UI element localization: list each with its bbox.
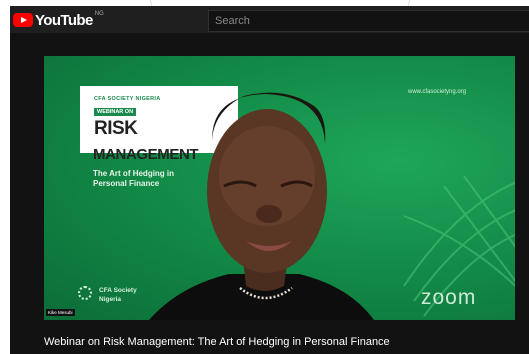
zoom-logo: zoom: [421, 286, 477, 309]
youtube-play-icon: [13, 13, 33, 27]
top-bar: YouTube NG: [10, 6, 529, 33]
speaker-name-label: Kike Mesubi: [46, 309, 75, 316]
youtube-window: YouTube NG CFA SOCIETY NIGERIA WEBINAR O…: [10, 6, 529, 354]
search-box[interactable]: [208, 10, 529, 32]
search-input[interactable]: [209, 11, 529, 31]
video-title[interactable]: Webinar on Risk Management: The Art of H…: [44, 336, 390, 348]
youtube-logo[interactable]: YouTube NG: [13, 11, 104, 29]
speaker-video-feed: [149, 92, 374, 320]
region-code: NG: [94, 11, 104, 17]
logo-text: YouTube: [35, 11, 93, 29]
video-player[interactable]: CFA SOCIETY NIGERIA WEBINAR ON RISK MANA…: [44, 56, 515, 320]
